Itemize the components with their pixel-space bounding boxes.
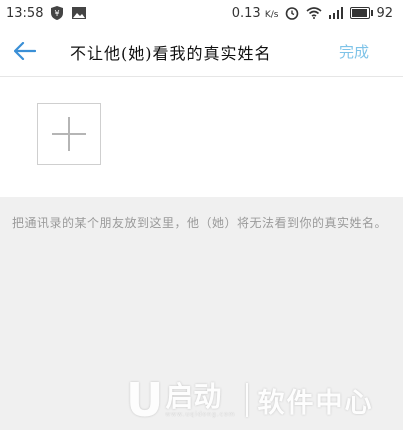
watermark-tagline: 软件中心 (257, 387, 374, 419)
battery-level: 92 (376, 5, 393, 21)
watermark-brand: 启动 (165, 379, 222, 413)
wifi-icon (306, 6, 322, 20)
hint-text: 把通讯录的某个朋友放到这里，他（她）将无法看到你的真实姓名。 (12, 216, 388, 230)
status-bar: 13:58 ¥ 0.13 K/s 92 (0, 0, 403, 26)
watermark-url: www.uqidong.com (165, 411, 236, 419)
done-button[interactable]: 完成 (339, 41, 369, 62)
status-time: 13:58 (6, 5, 44, 21)
watermark-letter: U (126, 373, 164, 427)
signal-icon (328, 6, 344, 20)
watermark: U 启动 www.uqidong.com 软件中心 (126, 372, 403, 428)
alarm-icon (284, 6, 300, 20)
watermark-divider (245, 383, 248, 417)
shield-icon: ¥ (49, 6, 65, 20)
image-icon (71, 6, 87, 20)
svg-text:¥: ¥ (55, 9, 60, 18)
arrow-left-icon (14, 42, 36, 60)
title-bar: 不让他(她)看我的真实姓名 完成 (0, 26, 403, 77)
back-button[interactable] (10, 36, 40, 66)
add-contact-button[interactable] (37, 103, 101, 165)
network-speed: 0.13 K/s (231, 5, 279, 21)
page-title: 不让他(她)看我的真实姓名 (70, 44, 272, 63)
battery-icon (350, 7, 374, 19)
selected-contacts-area (0, 77, 403, 197)
